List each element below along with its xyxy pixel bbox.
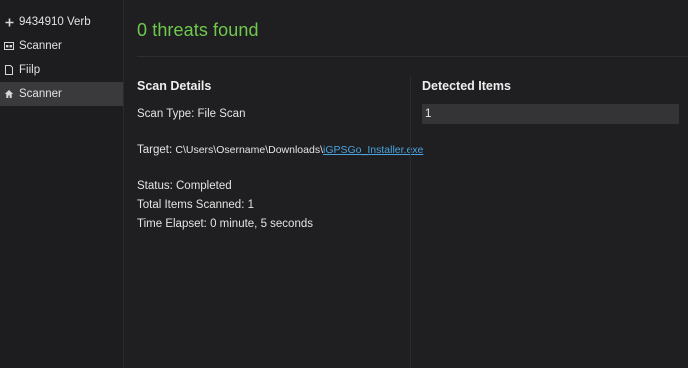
sidebar-item-scanner-active[interactable]: Scanner — [0, 82, 123, 106]
header-divider — [137, 56, 688, 57]
status-text: Status: Completed — [137, 180, 232, 192]
result-heading: 0 threats found — [137, 20, 259, 40]
file-icon — [4, 65, 14, 75]
sidebar: 9434910 Verb Scanner Fiilp Scanner — [0, 0, 124, 368]
column-divider — [410, 76, 411, 368]
sidebar-item-label: Scanner — [19, 40, 62, 52]
time-elapsed-text: Time Elapset: 0 minute, 5 seconds — [137, 218, 313, 230]
sidebar-item-file[interactable]: Fiilp — [0, 58, 123, 82]
target-line: Target: C\Users\Osername\Downloads\iGPSG… — [137, 144, 423, 156]
target-label: Target: — [137, 144, 176, 156]
sidebar-item-scanner[interactable]: Scanner — [0, 34, 123, 58]
main-panel: 0 threats found Scan Details Scan Type: … — [124, 0, 688, 368]
scan-type-text: Scan Type: File Scan — [137, 108, 246, 120]
app-window: 9434910 Verb Scanner Fiilp Scanner 0 thr… — [0, 0, 688, 368]
detected-items-title: Detected Items — [422, 79, 511, 93]
scanner-icon — [4, 41, 14, 51]
sidebar-item-label: 9434910 Verb — [19, 16, 91, 28]
target-path: C\Users\Osername\Downloads\ — [175, 144, 323, 156]
sidebar-item-label: Fiilp — [19, 64, 41, 76]
detected-item-row[interactable]: 1 — [422, 104, 679, 124]
detected-items-section: Detected Items 1 — [422, 79, 679, 124]
home-icon — [4, 89, 14, 99]
scan-details-title: Scan Details — [137, 79, 212, 93]
sidebar-item-label: Scanner — [19, 88, 62, 100]
total-items-text: Total Items Scanned: 1 — [137, 199, 254, 211]
sidebar-item-verb[interactable]: 9434910 Verb — [0, 10, 123, 34]
plus-icon — [4, 17, 14, 27]
target-file-link[interactable]: iGPSGo_Installer.exe — [323, 144, 423, 156]
scan-details-section: Scan Details Scan Type: File Scan Target… — [137, 79, 423, 230]
